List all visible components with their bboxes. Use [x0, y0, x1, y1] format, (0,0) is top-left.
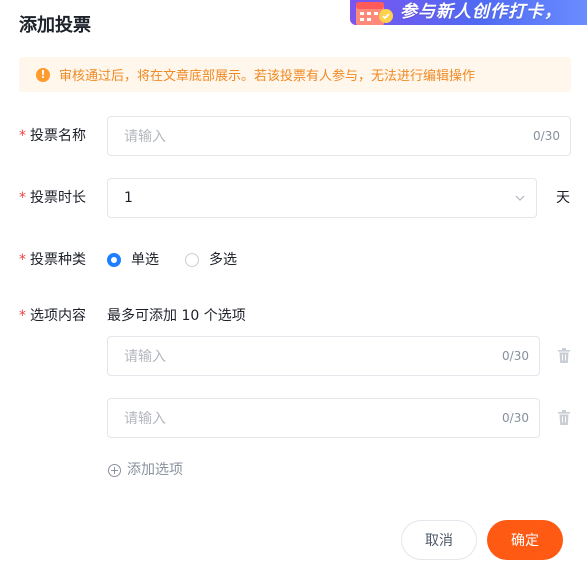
chevron-down-icon [515, 195, 525, 201]
promo-banner[interactable]: 参与新人创作打卡， [350, 0, 587, 25]
vote-name-label-text: 投票名称 [30, 128, 86, 144]
vote-options-label-text: 选项内容 [30, 308, 86, 324]
add-vote-dialog: 添加投票 参与新人创作打卡， ! 审核通过后，将在文章底部展示。若该投票有人参与… [0, 0, 587, 569]
vote-name-input[interactable]: 请输入 0/30 [107, 116, 571, 156]
vote-duration-label-text: 投票时长 [30, 190, 86, 206]
radio-unchecked-icon [185, 253, 199, 267]
vote-name-label: * 投票名称 [19, 126, 86, 146]
vote-duration-label: * 投票时长 [19, 188, 86, 208]
option-input-1[interactable]: 请输入 0/30 [107, 336, 540, 376]
notice-text: 审核通过后，将在文章底部展示。若该投票有人参与，无法进行编辑操作 [59, 69, 476, 84]
vote-name-counter: 0/30 [533, 129, 560, 143]
option-2-counter: 0/30 [502, 411, 529, 425]
plus-circle-icon [108, 463, 121, 477]
required-mark: * [19, 308, 26, 324]
notice-bar: ! 审核通过后，将在文章底部展示。若该投票有人参与，无法进行编辑操作 [19, 57, 571, 92]
dialog-title: 添加投票 [19, 15, 91, 36]
radio-single-label: 单选 [131, 252, 159, 268]
cancel-button[interactable]: 取消 [401, 520, 477, 560]
vote-type-label-text: 投票种类 [30, 252, 86, 268]
required-mark: * [19, 190, 26, 206]
radio-multiple-choice[interactable]: 多选 [185, 250, 237, 270]
radio-multiple-label: 多选 [209, 252, 237, 268]
option-2-placeholder: 请输入 [124, 411, 166, 427]
add-option-label: 添加选项 [127, 462, 183, 478]
required-mark: * [19, 252, 26, 268]
promo-banner-text: 参与新人创作打卡， [400, 2, 562, 22]
vote-duration-value: 1 [124, 190, 133, 206]
vote-type-label: * 投票种类 [19, 250, 86, 270]
option-input-2[interactable]: 请输入 0/30 [107, 398, 540, 438]
option-1-counter: 0/30 [502, 349, 529, 363]
trash-icon[interactable] [557, 410, 571, 426]
required-mark: * [19, 128, 26, 144]
option-1-placeholder: 请输入 [124, 349, 166, 365]
add-option-button[interactable]: 添加选项 [108, 460, 183, 480]
confirm-button[interactable]: 确定 [487, 520, 563, 560]
warning-icon: ! [36, 67, 50, 82]
trash-icon[interactable] [557, 348, 571, 364]
radio-single-choice[interactable]: 单选 [107, 250, 159, 270]
options-hint: 最多可添加 10 个选项 [107, 308, 246, 324]
vote-duration-select[interactable]: 1 [107, 178, 537, 218]
vote-name-placeholder: 请输入 [124, 129, 166, 145]
radio-checked-icon [107, 253, 121, 267]
vote-type-radio-group: 单选 多选 [107, 250, 263, 270]
calendar-illustration-icon [356, 2, 393, 25]
duration-unit: 天 [556, 190, 570, 206]
vote-options-label: * 选项内容 [19, 306, 86, 326]
